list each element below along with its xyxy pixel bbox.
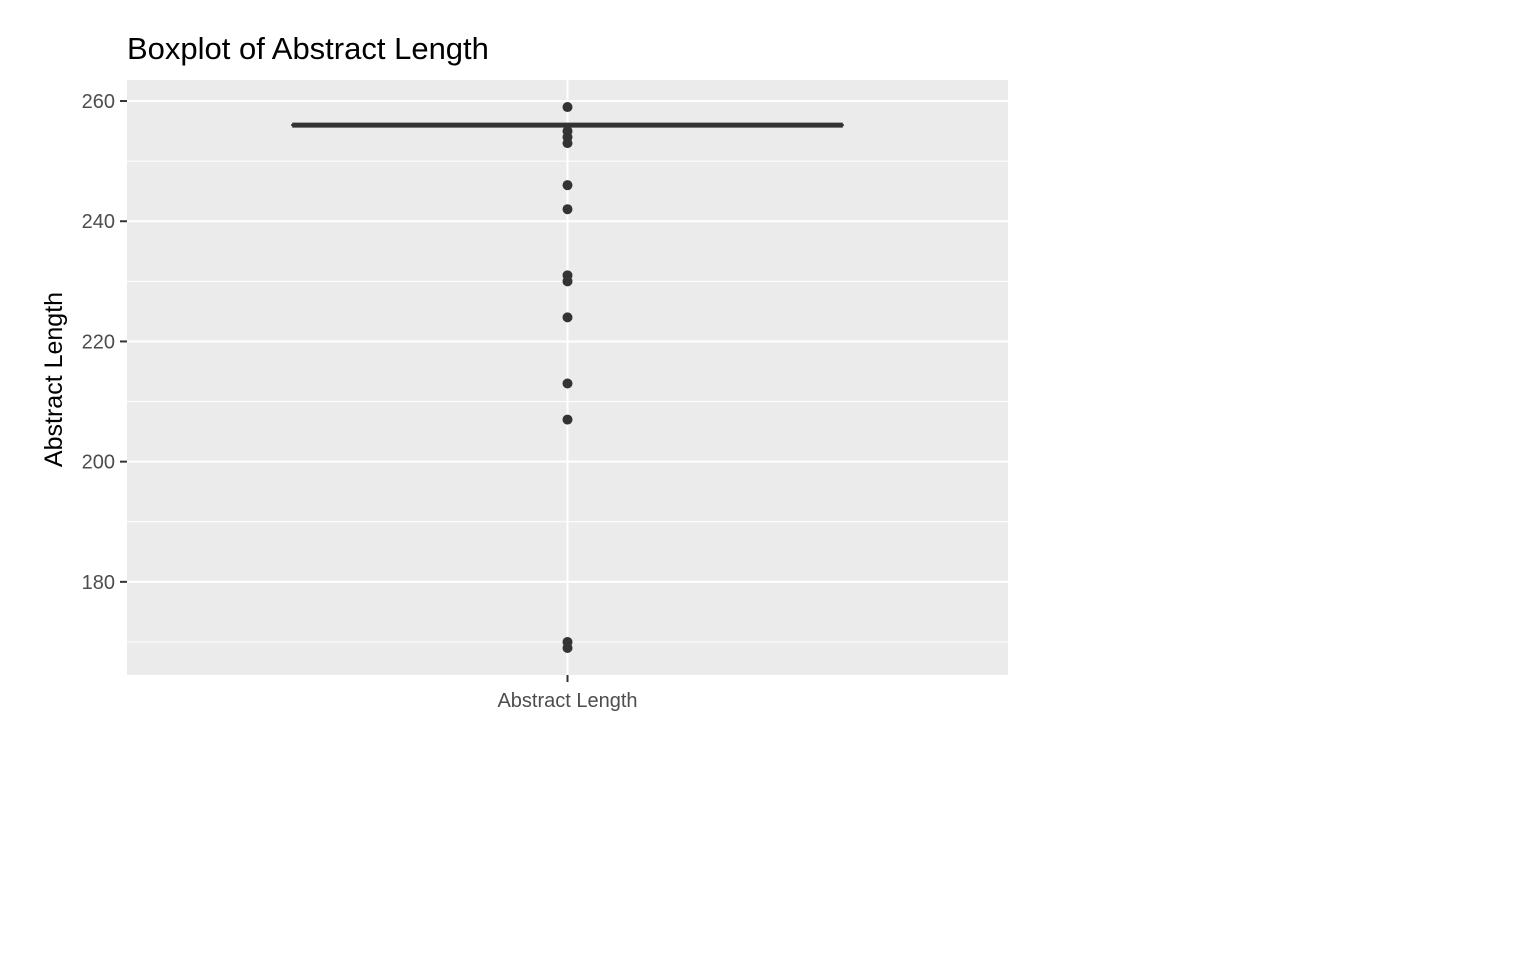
- y-tick-label: 260: [82, 91, 115, 113]
- chart-title: Boxplot of Abstract Length: [127, 31, 489, 66]
- outlier-point: [562, 414, 573, 425]
- outlier-point: [562, 378, 573, 389]
- y-tick-label: 240: [82, 211, 115, 233]
- outlier-point: [562, 312, 573, 323]
- outlier-point: [562, 204, 573, 215]
- x-axis-ticks: Abstract Length: [497, 675, 638, 712]
- boxplot-chart: Boxplot of Abstract Length 180 200 220 240 2…: [40, 31, 1008, 712]
- y-axis-ticks: 180 200 220 240 260: [82, 91, 127, 594]
- outlier-point: [562, 102, 573, 113]
- x-tick-label: Abstract Length: [497, 690, 637, 712]
- y-tick-label: 200: [82, 452, 115, 474]
- outlier-point: [562, 180, 573, 191]
- y-tick-label: 220: [82, 331, 115, 353]
- outlier-point: [562, 642, 573, 653]
- y-axis-title: Abstract Length: [40, 292, 68, 467]
- outlier-point: [562, 138, 573, 149]
- outlier-point: [562, 276, 573, 287]
- y-tick-label: 180: [82, 572, 115, 594]
